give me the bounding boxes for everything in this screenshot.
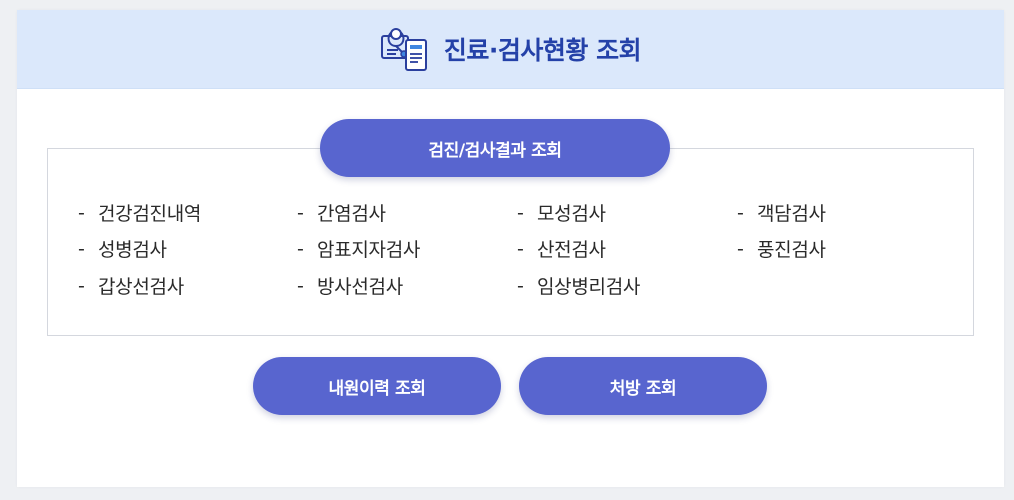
visit-history-button[interactable]: 내원이력 조회 — [253, 357, 501, 415]
inquiry-card: 진료·검사현황 조회 - 건강검진내역 - 간염검사 - 모성검사 - 객담검사… — [17, 10, 1004, 487]
exam-item-prenatal[interactable]: - 산전검사 — [517, 235, 606, 262]
exam-item-tumor-marker[interactable]: - 암표지자검사 — [297, 235, 420, 262]
card-header: 진료·검사현황 조회 — [17, 10, 1004, 89]
exam-result-inquiry-button[interactable]: 검진/검사결과 조회 — [320, 119, 670, 177]
medical-document-stethoscope-icon — [380, 28, 427, 71]
exam-item-sputum[interactable]: - 객담검사 — [737, 199, 826, 226]
exam-item-std[interactable]: - 성병검사 — [78, 235, 167, 262]
exam-item-maternal[interactable]: - 모성검사 — [517, 199, 606, 226]
exam-item-thyroid[interactable]: - 갑상선검사 — [78, 272, 184, 299]
prescription-button[interactable]: 처방 조회 — [519, 357, 767, 415]
exam-item-radiology[interactable]: - 방사선검사 — [297, 272, 403, 299]
header-inner: 진료·검사현황 조회 — [380, 26, 642, 72]
page-title: 진료·검사현황 조회 — [443, 36, 642, 65]
exam-item-hepatitis[interactable]: - 간염검사 — [297, 199, 386, 226]
exam-item-clinical-pathology[interactable]: - 임상병리검사 — [517, 272, 640, 299]
exam-item-rubella[interactable]: - 풍진검사 — [737, 235, 826, 262]
exam-item-health-checkup[interactable]: - 건강검진내역 — [78, 199, 201, 226]
